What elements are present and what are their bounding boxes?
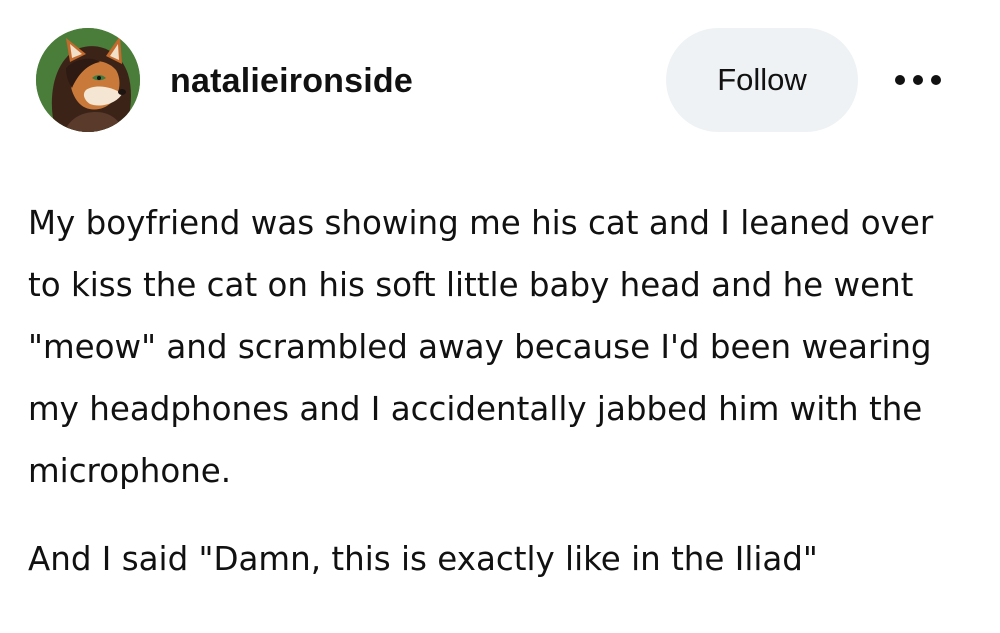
more-options-button[interactable] xyxy=(888,64,948,96)
ellipsis-icon xyxy=(895,75,941,85)
post-body: My boyfriend was showing me his cat and … xyxy=(28,192,968,590)
follow-button[interactable]: Follow xyxy=(666,28,858,132)
post-header: natalieironside Follow xyxy=(36,28,956,132)
author-avatar[interactable] xyxy=(36,28,140,132)
post-paragraph: My boyfriend was showing me his cat and … xyxy=(28,204,934,490)
fox-character-avatar-icon xyxy=(36,28,140,132)
post-paragraph: And I said "Damn, this is exactly like i… xyxy=(28,540,818,578)
author-username[interactable]: natalieironside xyxy=(170,61,413,101)
